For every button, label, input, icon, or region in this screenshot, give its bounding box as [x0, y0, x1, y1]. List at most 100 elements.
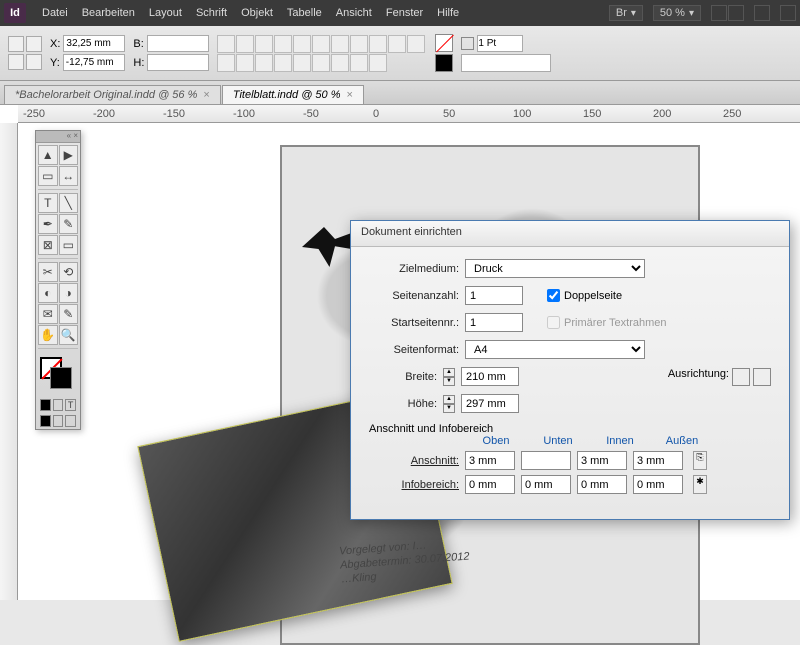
tool-icon[interactable]: [255, 35, 273, 53]
height-field[interactable]: [461, 394, 519, 413]
spinner-down-icon[interactable]: ▼: [443, 377, 455, 386]
tool-icon[interactable]: [236, 54, 254, 72]
pencil-tool[interactable]: ✎: [59, 214, 79, 234]
slug-top-field[interactable]: [465, 475, 515, 494]
stroke-swatch[interactable]: [435, 54, 453, 72]
slug-outside-field[interactable]: [633, 475, 683, 494]
panel-grip[interactable]: « ×: [36, 131, 80, 143]
slug-bottom-field[interactable]: [521, 475, 571, 494]
tool-icon[interactable]: [274, 35, 292, 53]
bridge-button[interactable]: Br▾: [609, 5, 643, 21]
zoom-tool[interactable]: 🔍: [59, 325, 79, 345]
stroke-style-dropdown[interactable]: [461, 54, 551, 72]
doc-tab[interactable]: Titelblatt.indd @ 50 %×: [222, 85, 364, 104]
scissors-tool[interactable]: ✂: [38, 262, 58, 282]
tool-icon[interactable]: [388, 35, 406, 53]
doc-tab[interactable]: *Bachelorarbeit Original.indd @ 56 %×: [4, 85, 221, 104]
tool-icon[interactable]: [369, 54, 387, 72]
bleed-group-label: Anschnitt und Infobereich: [369, 423, 771, 435]
tool-icon[interactable]: [331, 54, 349, 72]
eyedropper-tool[interactable]: ✎: [59, 304, 79, 324]
arrange-toggle[interactable]: [754, 5, 770, 21]
tool-icon[interactable]: [312, 54, 330, 72]
note-tool[interactable]: ✉: [38, 304, 58, 324]
menu-item[interactable]: Objekt: [241, 7, 273, 19]
menu-item[interactable]: Bearbeiten: [82, 7, 135, 19]
bleed-bottom-field[interactable]: [521, 451, 571, 470]
tool-icon[interactable]: [293, 54, 311, 72]
fill-swatch[interactable]: [435, 34, 453, 52]
slug-inside-field[interactable]: [577, 475, 627, 494]
tool-icon[interactable]: [407, 35, 425, 53]
link-values-icon[interactable]: ✱: [693, 475, 707, 494]
startpage-field[interactable]: [465, 313, 523, 332]
tool-icon[interactable]: [217, 54, 235, 72]
zoom-dropdown[interactable]: 50 %▾: [653, 5, 701, 21]
gap-tool[interactable]: ↔: [59, 166, 79, 186]
ruler-horizontal: -250-200-150-100-50050100150200250: [18, 105, 800, 123]
line-tool[interactable]: ╲: [59, 193, 79, 213]
spinner-up-icon[interactable]: ▲: [443, 395, 455, 404]
pen-tool[interactable]: ✒: [38, 214, 58, 234]
tool-icon[interactable]: [293, 35, 311, 53]
pages-field[interactable]: [465, 286, 523, 305]
landscape-icon[interactable]: [753, 368, 771, 386]
tool-icon[interactable]: [350, 54, 368, 72]
spinner-down-icon[interactable]: ▼: [443, 404, 455, 413]
pagesize-dropdown[interactable]: A4: [465, 340, 645, 359]
selection-tool[interactable]: ▲: [38, 145, 58, 165]
stroke-weight-icon: [461, 37, 474, 50]
tool-icon[interactable]: [274, 54, 292, 72]
ref-point-grid[interactable]: [8, 36, 42, 70]
menu-item[interactable]: Schrift: [196, 7, 227, 19]
formatting-text-icon[interactable]: T: [65, 399, 76, 411]
w-field[interactable]: [147, 35, 209, 52]
preview-view-icon[interactable]: [53, 415, 64, 427]
gradient-tool[interactable]: ◐: [38, 283, 58, 303]
menu-item[interactable]: Hilfe: [437, 7, 459, 19]
direct-selection-tool[interactable]: ▶: [59, 145, 79, 165]
bleed-inside-field[interactable]: [577, 451, 627, 470]
tool-icon[interactable]: [217, 35, 235, 53]
x-field[interactable]: [63, 35, 125, 52]
gradient-feather-tool[interactable]: ◑: [59, 283, 79, 303]
rectangle-tool[interactable]: ▭: [59, 235, 79, 255]
h-field[interactable]: [147, 54, 209, 71]
apply-color-icon[interactable]: [40, 399, 51, 411]
main-menu: Datei Bearbeiten Layout Schrift Objekt T…: [42, 7, 459, 19]
tool-icon[interactable]: [350, 35, 368, 53]
apply-gradient-icon[interactable]: [53, 399, 64, 411]
close-icon[interactable]: ×: [347, 89, 353, 101]
spinner-up-icon[interactable]: ▲: [443, 368, 455, 377]
menu-item[interactable]: Layout: [149, 7, 182, 19]
hand-tool[interactable]: ✋: [38, 325, 58, 345]
tool-icon[interactable]: [312, 35, 330, 53]
menu-item[interactable]: Ansicht: [336, 7, 372, 19]
link-values-icon[interactable]: ⎘: [693, 451, 707, 470]
tool-icon[interactable]: [236, 35, 254, 53]
free-transform-tool[interactable]: ⟲: [59, 262, 79, 282]
menu-item[interactable]: Fenster: [386, 7, 423, 19]
width-field[interactable]: [461, 367, 519, 386]
tool-icon[interactable]: [369, 35, 387, 53]
facing-pages-checkbox[interactable]: [547, 289, 560, 302]
portrait-icon[interactable]: [732, 368, 750, 386]
bleed-view-icon[interactable]: [65, 415, 76, 427]
page-tool[interactable]: ▭: [38, 166, 58, 186]
normal-view-icon[interactable]: [40, 415, 51, 427]
stroke-weight-field[interactable]: [477, 35, 523, 52]
menu-item[interactable]: Datei: [42, 7, 68, 19]
screen-mode-toggle[interactable]: [711, 5, 744, 21]
menu-item[interactable]: Tabelle: [287, 7, 322, 19]
tool-icon[interactable]: [255, 54, 273, 72]
bleed-outside-field[interactable]: [633, 451, 683, 470]
type-tool[interactable]: T: [38, 193, 58, 213]
workspace-toggle[interactable]: [780, 5, 796, 21]
fill-stroke-swatch[interactable]: [40, 357, 76, 393]
rectangle-frame-tool[interactable]: ⊠: [38, 235, 58, 255]
close-icon[interactable]: ×: [203, 89, 209, 101]
y-field[interactable]: [63, 54, 125, 71]
intent-dropdown[interactable]: Druck: [465, 259, 645, 278]
bleed-top-field[interactable]: [465, 451, 515, 470]
tool-icon[interactable]: [331, 35, 349, 53]
